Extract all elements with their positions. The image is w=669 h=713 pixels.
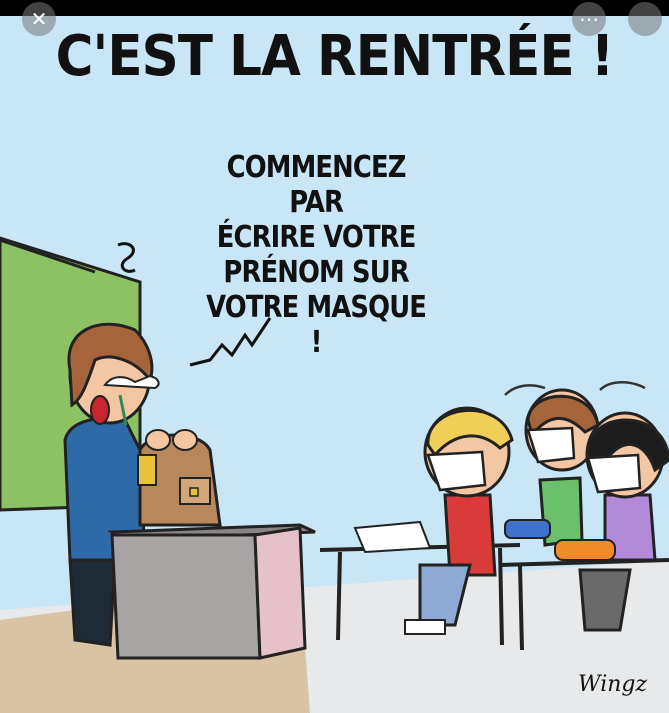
speech-line-2: ÉCRIRE VOTRE bbox=[216, 220, 417, 255]
artist-signature: Wingz bbox=[578, 672, 648, 697]
paper bbox=[353, 520, 432, 554]
close-icon[interactable]: ✕ bbox=[22, 2, 56, 36]
speech-line-4: VOTRE MASQUE ! bbox=[206, 290, 427, 360]
stress-mark bbox=[117, 242, 136, 273]
school-bag bbox=[137, 429, 222, 527]
cartoon-title: C'EST LA RENTRÉE ! bbox=[55, 24, 615, 89]
speech-text: COMMENCEZ PAR ÉCRIRE VOTRE PRÉNOM SUR VO… bbox=[200, 150, 432, 360]
share-icon[interactable]: ⋯ bbox=[572, 2, 606, 36]
teacher-desk bbox=[107, 523, 316, 660]
cartoon-frame: C'EST LA RENTRÉE ! COMMENCEZ PAR ÉCRIRE … bbox=[0, 0, 669, 713]
speech-line-1: COMMENCEZ PAR bbox=[226, 150, 407, 220]
student-middle bbox=[504, 388, 600, 547]
menu-icon[interactable] bbox=[628, 2, 662, 36]
speech-line-3: PRÉNOM SUR bbox=[223, 255, 409, 290]
